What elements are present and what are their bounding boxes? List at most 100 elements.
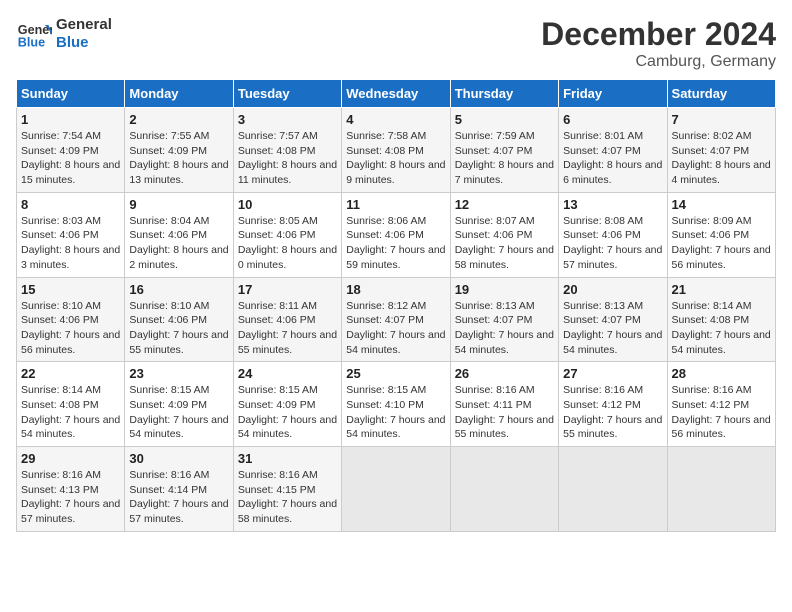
day-detail: Sunrise: 8:13 AM Sunset: 4:07 PM Dayligh… [563, 299, 662, 358]
calendar-day-26: 26 Sunrise: 8:16 AM Sunset: 4:11 PM Dayli… [450, 362, 558, 447]
calendar-table: SundayMondayTuesdayWednesdayThursdayFrid… [16, 79, 776, 532]
calendar-day-25: 25 Sunrise: 8:15 AM Sunset: 4:10 PM Dayli… [342, 362, 450, 447]
logo: General Blue General Blue [16, 16, 112, 52]
day-number: 24 [238, 366, 337, 381]
calendar-day-22: 22 Sunrise: 8:14 AM Sunset: 4:08 PM Dayli… [17, 362, 125, 447]
day-number: 19 [455, 282, 554, 297]
calendar-day-1: 1 Sunrise: 7:54 AM Sunset: 4:09 PM Daylig… [17, 108, 125, 193]
calendar-day-19: 19 Sunrise: 8:13 AM Sunset: 4:07 PM Dayli… [450, 277, 558, 362]
day-detail: Sunrise: 8:16 AM Sunset: 4:11 PM Dayligh… [455, 383, 554, 442]
calendar-day-12: 12 Sunrise: 8:07 AM Sunset: 4:06 PM Dayli… [450, 192, 558, 277]
day-number: 7 [672, 112, 771, 127]
calendar-day-7: 7Sunrise: 8:02 AM Sunset: 4:07 PM Daylig… [667, 108, 775, 193]
day-number: 22 [21, 366, 120, 381]
day-number: 9 [129, 197, 228, 212]
day-detail: Sunrise: 8:03 AM Sunset: 4:06 PM Dayligh… [21, 214, 120, 273]
calendar-day-15: 15 Sunrise: 8:10 AM Sunset: 4:06 PM Dayli… [17, 277, 125, 362]
day-number: 17 [238, 282, 337, 297]
day-detail: Sunrise: 7:59 AM Sunset: 4:07 PM Dayligh… [455, 129, 554, 188]
day-number: 2 [129, 112, 228, 127]
day-detail: Sunrise: 7:55 AM Sunset: 4:09 PM Dayligh… [129, 129, 228, 188]
calendar-day-10: 10 Sunrise: 8:05 AM Sunset: 4:06 PM Dayli… [233, 192, 341, 277]
calendar-day-13: 13 Sunrise: 8:08 AM Sunset: 4:06 PM Dayli… [559, 192, 667, 277]
day-number: 8 [21, 197, 120, 212]
day-detail: Sunrise: 8:15 AM Sunset: 4:09 PM Dayligh… [129, 383, 228, 442]
day-detail: Sunrise: 8:06 AM Sunset: 4:06 PM Dayligh… [346, 214, 445, 273]
calendar-day-8: 8 Sunrise: 8:03 AM Sunset: 4:06 PM Daylig… [17, 192, 125, 277]
calendar-day-3: 3Sunrise: 7:57 AM Sunset: 4:08 PM Daylig… [233, 108, 341, 193]
day-detail: Sunrise: 8:10 AM Sunset: 4:06 PM Dayligh… [129, 299, 228, 358]
calendar-day-9: 9 Sunrise: 8:04 AM Sunset: 4:06 PM Daylig… [125, 192, 233, 277]
weekday-header-thursday: Thursday [450, 80, 558, 108]
empty-cell [450, 447, 558, 532]
title-area: December 2024 Camburg, Germany [541, 16, 776, 71]
logo-general: General [56, 16, 112, 34]
weekday-header-friday: Friday [559, 80, 667, 108]
day-detail: Sunrise: 8:12 AM Sunset: 4:07 PM Dayligh… [346, 299, 445, 358]
day-detail: Sunrise: 8:10 AM Sunset: 4:06 PM Dayligh… [21, 299, 120, 358]
day-detail: Sunrise: 8:16 AM Sunset: 4:15 PM Dayligh… [238, 468, 337, 527]
day-detail: Sunrise: 8:08 AM Sunset: 4:06 PM Dayligh… [563, 214, 662, 273]
day-detail: Sunrise: 8:01 AM Sunset: 4:07 PM Dayligh… [563, 129, 662, 188]
day-number: 26 [455, 366, 554, 381]
calendar-day-6: 6 Sunrise: 8:01 AM Sunset: 4:07 PM Daylig… [559, 108, 667, 193]
day-detail: Sunrise: 8:05 AM Sunset: 4:06 PM Dayligh… [238, 214, 337, 273]
day-detail: Sunrise: 7:54 AM Sunset: 4:09 PM Dayligh… [21, 129, 120, 188]
weekday-header-monday: Monday [125, 80, 233, 108]
day-number: 13 [563, 197, 662, 212]
calendar-day-27: 27Sunrise: 8:16 AM Sunset: 4:12 PM Dayli… [559, 362, 667, 447]
calendar-day-21: 21Sunrise: 8:14 AM Sunset: 4:08 PM Dayli… [667, 277, 775, 362]
day-number: 28 [672, 366, 771, 381]
day-detail: Sunrise: 8:11 AM Sunset: 4:06 PM Dayligh… [238, 299, 337, 358]
empty-cell [559, 447, 667, 532]
day-detail: Sunrise: 8:14 AM Sunset: 4:08 PM Dayligh… [21, 383, 120, 442]
day-detail: Sunrise: 8:13 AM Sunset: 4:07 PM Dayligh… [455, 299, 554, 358]
calendar-day-18: 18Sunrise: 8:12 AM Sunset: 4:07 PM Dayli… [342, 277, 450, 362]
day-number: 25 [346, 366, 445, 381]
day-number: 31 [238, 451, 337, 466]
day-number: 6 [563, 112, 662, 127]
day-number: 27 [563, 366, 662, 381]
calendar-day-5: 5Sunrise: 7:59 AM Sunset: 4:07 PM Daylig… [450, 108, 558, 193]
calendar-title: December 2024 [541, 16, 776, 53]
day-detail: Sunrise: 8:16 AM Sunset: 4:14 PM Dayligh… [129, 468, 228, 527]
empty-cell [667, 447, 775, 532]
empty-cell [342, 447, 450, 532]
calendar-day-23: 23Sunrise: 8:15 AM Sunset: 4:09 PM Dayli… [125, 362, 233, 447]
day-number: 29 [21, 451, 120, 466]
weekday-header-tuesday: Tuesday [233, 80, 341, 108]
day-number: 1 [21, 112, 120, 127]
calendar-day-29: 29 Sunrise: 8:16 AM Sunset: 4:13 PM Dayli… [17, 447, 125, 532]
calendar-subtitle: Camburg, Germany [541, 53, 776, 71]
calendar-day-30: 30 Sunrise: 8:16 AM Sunset: 4:14 PM Dayli… [125, 447, 233, 532]
day-detail: Sunrise: 7:57 AM Sunset: 4:08 PM Dayligh… [238, 129, 337, 188]
day-number: 20 [563, 282, 662, 297]
day-detail: Sunrise: 8:15 AM Sunset: 4:10 PM Dayligh… [346, 383, 445, 442]
day-detail: Sunrise: 8:07 AM Sunset: 4:06 PM Dayligh… [455, 214, 554, 273]
calendar-day-11: 11 Sunrise: 8:06 AM Sunset: 4:06 PM Dayli… [342, 192, 450, 277]
day-number: 30 [129, 451, 228, 466]
day-detail: Sunrise: 8:09 AM Sunset: 4:06 PM Dayligh… [672, 214, 771, 273]
weekday-header-saturday: Saturday [667, 80, 775, 108]
day-detail: Sunrise: 8:16 AM Sunset: 4:12 PM Dayligh… [672, 383, 771, 442]
weekday-header-wednesday: Wednesday [342, 80, 450, 108]
calendar-day-2: 2 Sunrise: 7:55 AM Sunset: 4:09 PM Daylig… [125, 108, 233, 193]
day-detail: Sunrise: 8:15 AM Sunset: 4:09 PM Dayligh… [238, 383, 337, 442]
calendar-day-28: 28 Sunrise: 8:16 AM Sunset: 4:12 PM Dayli… [667, 362, 775, 447]
day-detail: Sunrise: 8:14 AM Sunset: 4:08 PM Dayligh… [672, 299, 771, 358]
day-number: 14 [672, 197, 771, 212]
day-number: 15 [21, 282, 120, 297]
calendar-day-17: 17 Sunrise: 8:11 AM Sunset: 4:06 PM Dayli… [233, 277, 341, 362]
day-number: 11 [346, 197, 445, 212]
day-detail: Sunrise: 8:16 AM Sunset: 4:13 PM Dayligh… [21, 468, 120, 527]
day-number: 10 [238, 197, 337, 212]
calendar-day-14: 14 Sunrise: 8:09 AM Sunset: 4:06 PM Dayli… [667, 192, 775, 277]
calendar-day-31: 31 Sunrise: 8:16 AM Sunset: 4:15 PM Dayli… [233, 447, 341, 532]
svg-text:Blue: Blue [18, 36, 45, 50]
header: General Blue General Blue December 2024 … [16, 16, 776, 71]
day-detail: Sunrise: 8:04 AM Sunset: 4:06 PM Dayligh… [129, 214, 228, 273]
logo-icon: General Blue [16, 16, 52, 52]
calendar-day-16: 16Sunrise: 8:10 AM Sunset: 4:06 PM Dayli… [125, 277, 233, 362]
day-detail: Sunrise: 7:58 AM Sunset: 4:08 PM Dayligh… [346, 129, 445, 188]
day-number: 12 [455, 197, 554, 212]
